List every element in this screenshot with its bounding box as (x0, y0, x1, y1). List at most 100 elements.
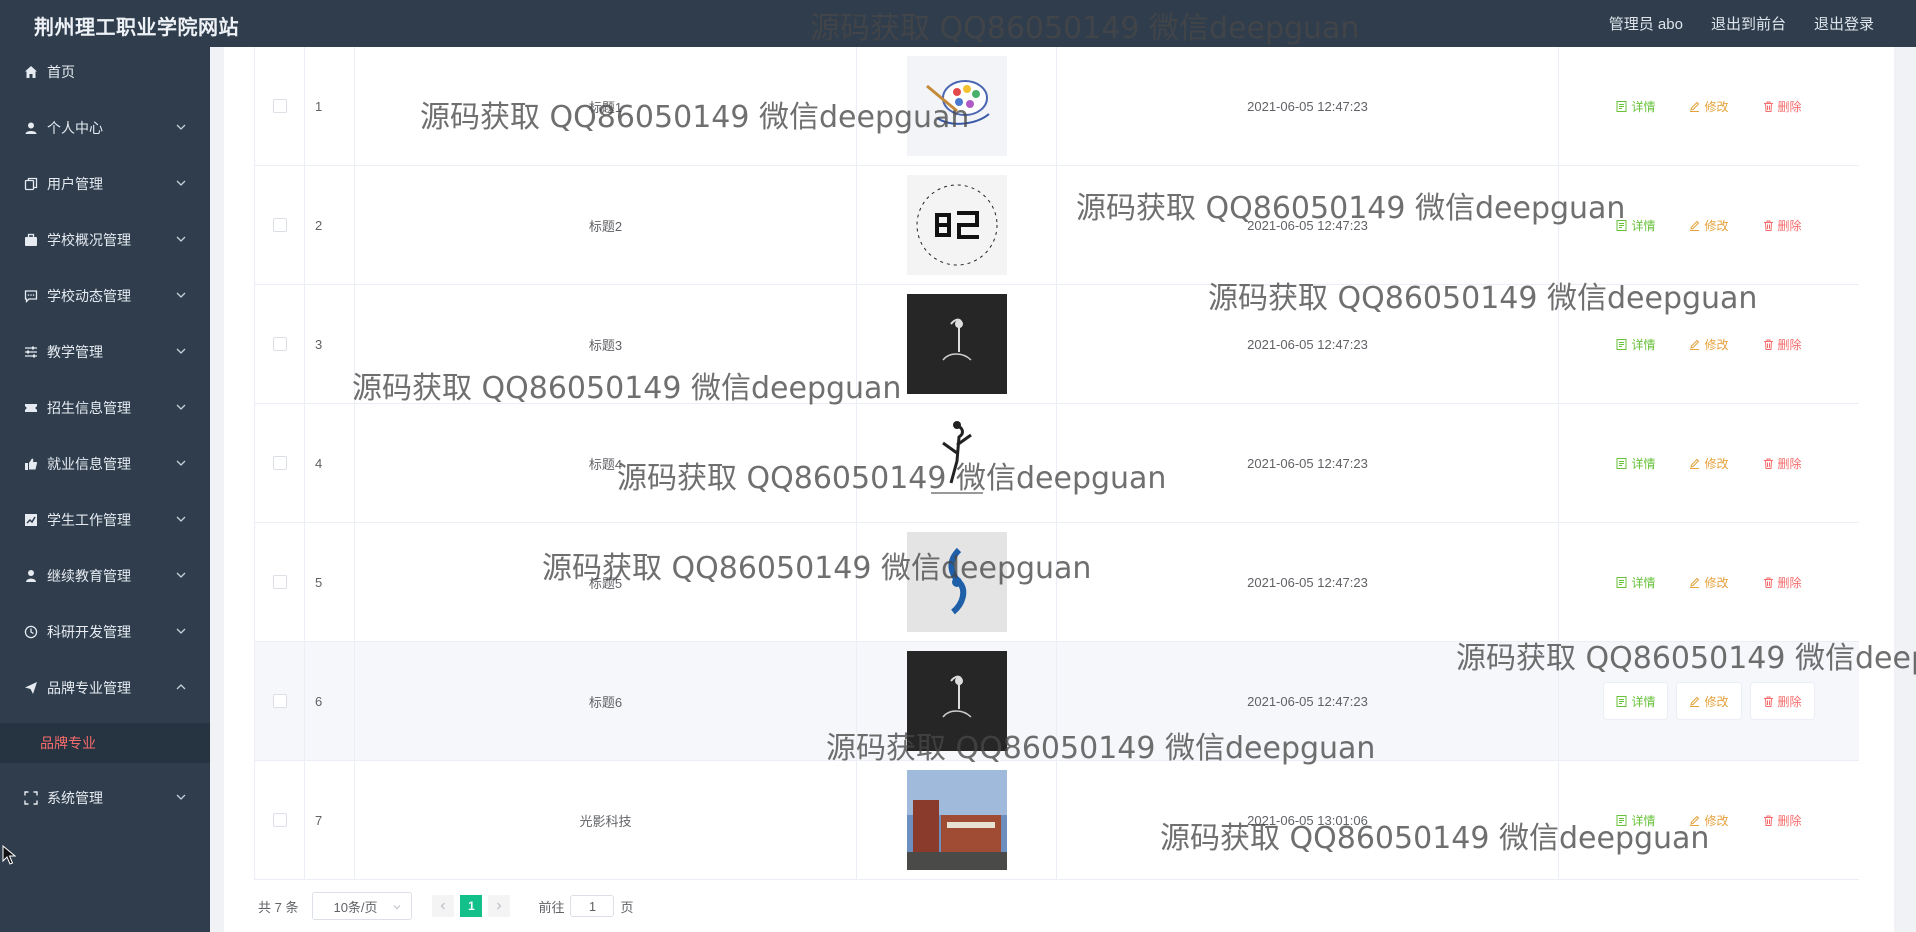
sidebar-item-system[interactable]: 系统管理 (0, 776, 210, 820)
sidebar-item-brand-majors[interactable]: 品牌专业管理 (0, 666, 210, 710)
detail-button[interactable]: 详情 (1604, 802, 1667, 838)
chevron-down-icon (176, 180, 186, 186)
row-time: 2021-06-05 12:47:23 (1057, 166, 1559, 284)
edit-label: 修改 (1704, 99, 1729, 114)
table-row: 2 标题2 2021-06-05 12:47:23 详情 修改 删除 (255, 166, 1859, 285)
delete-label: 删除 (1777, 694, 1802, 709)
sidebar-item-student-affairs[interactable]: 学生工作管理 (0, 498, 210, 542)
row-actions: 详情 修改 删除 (1559, 285, 1859, 403)
next-page-button[interactable] (488, 895, 511, 917)
detail-button[interactable]: 详情 (1604, 207, 1667, 243)
chevron-down-icon (176, 460, 186, 466)
edit-icon (1690, 101, 1700, 112)
edit-button[interactable]: 修改 (1677, 88, 1740, 124)
detail-button[interactable]: 详情 (1604, 564, 1667, 600)
row-actions: 详情 修改 删除 (1559, 166, 1859, 284)
sidebar-subitem-brand-major[interactable]: 品牌专业 (0, 723, 210, 763)
edit-label: 修改 (1704, 575, 1729, 590)
thumb-up-icon (23, 456, 39, 472)
sliders-icon (23, 344, 39, 360)
chevron-down-icon (176, 124, 186, 130)
delete-button[interactable]: 删除 (1750, 683, 1814, 719)
edit-button[interactable]: 修改 (1677, 802, 1740, 838)
detail-button[interactable]: 详情 (1604, 88, 1667, 124)
delete-button[interactable]: 删除 (1751, 802, 1814, 838)
sidebar-item-research[interactable]: 科研开发管理 (0, 610, 210, 654)
sidebar-item-continuing-education[interactable]: 继续教育管理 (0, 554, 210, 598)
row-index: 3 (305, 285, 355, 403)
row-time: 2021-06-05 13:01:06 (1057, 761, 1559, 879)
person-icon (23, 568, 39, 584)
row-checkbox[interactable] (272, 456, 287, 470)
row-title: 标题3 (355, 285, 857, 403)
logout-link[interactable]: 退出登录 (1814, 13, 1874, 34)
sidebar-item-label: 品牌专业管理 (47, 680, 131, 696)
chevron-left-icon (441, 902, 446, 910)
row-checkbox[interactable] (272, 575, 287, 589)
row-checkbox[interactable] (272, 813, 287, 827)
row-time: 2021-06-05 12:47:23 (1057, 523, 1559, 641)
delete-label: 删除 (1777, 337, 1802, 352)
chevron-down-icon (176, 236, 186, 242)
detail-button[interactable]: 详情 (1604, 445, 1667, 481)
page-size-select[interactable]: 10条/页 (312, 892, 413, 920)
delete-button[interactable]: 删除 (1751, 564, 1814, 600)
row-actions: 详情 修改 删除 (1559, 761, 1859, 879)
sidebar-item-label: 教学管理 (47, 344, 103, 360)
document-icon (1616, 814, 1627, 826)
row-index: 4 (305, 404, 355, 522)
sidebar-item-profile[interactable]: 个人中心 (0, 106, 210, 150)
row-thumbnail (906, 56, 1007, 156)
mouse-cursor-icon (2, 845, 16, 865)
edit-button[interactable]: 修改 (1677, 683, 1741, 719)
delete-button[interactable]: 删除 (1751, 326, 1814, 362)
row-thumbnail (906, 770, 1007, 870)
edit-button[interactable]: 修改 (1677, 445, 1740, 481)
sidebar-item-school-news[interactable]: 学校动态管理 (0, 274, 210, 318)
edit-button[interactable]: 修改 (1677, 326, 1740, 362)
sidebar-item-home[interactable]: 首页 (0, 50, 210, 94)
sidebar-item-school-overview[interactable]: 学校概况管理 (0, 218, 210, 262)
sidebar-item-label: 首页 (47, 64, 75, 80)
sidebar-item-users[interactable]: 用户管理 (0, 162, 210, 206)
briefcase-icon (23, 232, 39, 248)
delete-label: 删除 (1777, 456, 1802, 471)
row-checkbox[interactable] (272, 218, 287, 232)
edit-icon (1690, 815, 1700, 826)
edit-button[interactable]: 修改 (1677, 564, 1740, 600)
row-select-cell (255, 523, 305, 641)
prev-page-button[interactable] (432, 895, 455, 917)
trash-icon (1763, 577, 1773, 588)
copy-icon (23, 176, 39, 192)
sidebar-item-employment[interactable]: 就业信息管理 (0, 442, 210, 486)
document-icon (1616, 576, 1627, 588)
row-checkbox[interactable] (272, 99, 287, 113)
sidebar-item-label: 系统管理 (47, 790, 103, 806)
document-icon (1616, 100, 1627, 112)
delete-button[interactable]: 删除 (1751, 207, 1814, 243)
sidebar-item-admissions[interactable]: 招生信息管理 (0, 386, 210, 430)
document-icon (1616, 695, 1627, 707)
row-checkbox[interactable] (272, 337, 287, 351)
detail-button[interactable]: 详情 (1604, 326, 1667, 362)
chevron-down-icon (394, 905, 401, 910)
delete-button[interactable]: 删除 (1751, 445, 1814, 481)
detail-button[interactable]: 详情 (1604, 683, 1668, 719)
chevron-down-icon (176, 516, 186, 522)
goto-page-input[interactable] (570, 895, 615, 917)
table-row: 1 标题1 2021-06-05 12:47:23 详情 修改 删除 (255, 47, 1859, 166)
edit-button[interactable]: 修改 (1677, 207, 1740, 243)
page-number-active[interactable]: 1 (460, 895, 483, 917)
row-title: 标题2 (355, 166, 857, 284)
row-select-cell (255, 166, 305, 284)
row-image-cell (857, 761, 1057, 879)
top-links: 管理员 abo 退出到前台 退出登录 (1609, 13, 1874, 34)
row-title: 标题6 (355, 642, 857, 760)
trash-icon (1763, 815, 1773, 826)
row-checkbox[interactable] (272, 694, 287, 708)
delete-button[interactable]: 删除 (1751, 88, 1814, 124)
sidebar-item-label: 继续教育管理 (47, 568, 131, 584)
sidebar-item-teaching[interactable]: 教学管理 (0, 330, 210, 374)
row-index: 5 (305, 523, 355, 641)
front-page-link[interactable]: 退出到前台 (1711, 13, 1786, 34)
